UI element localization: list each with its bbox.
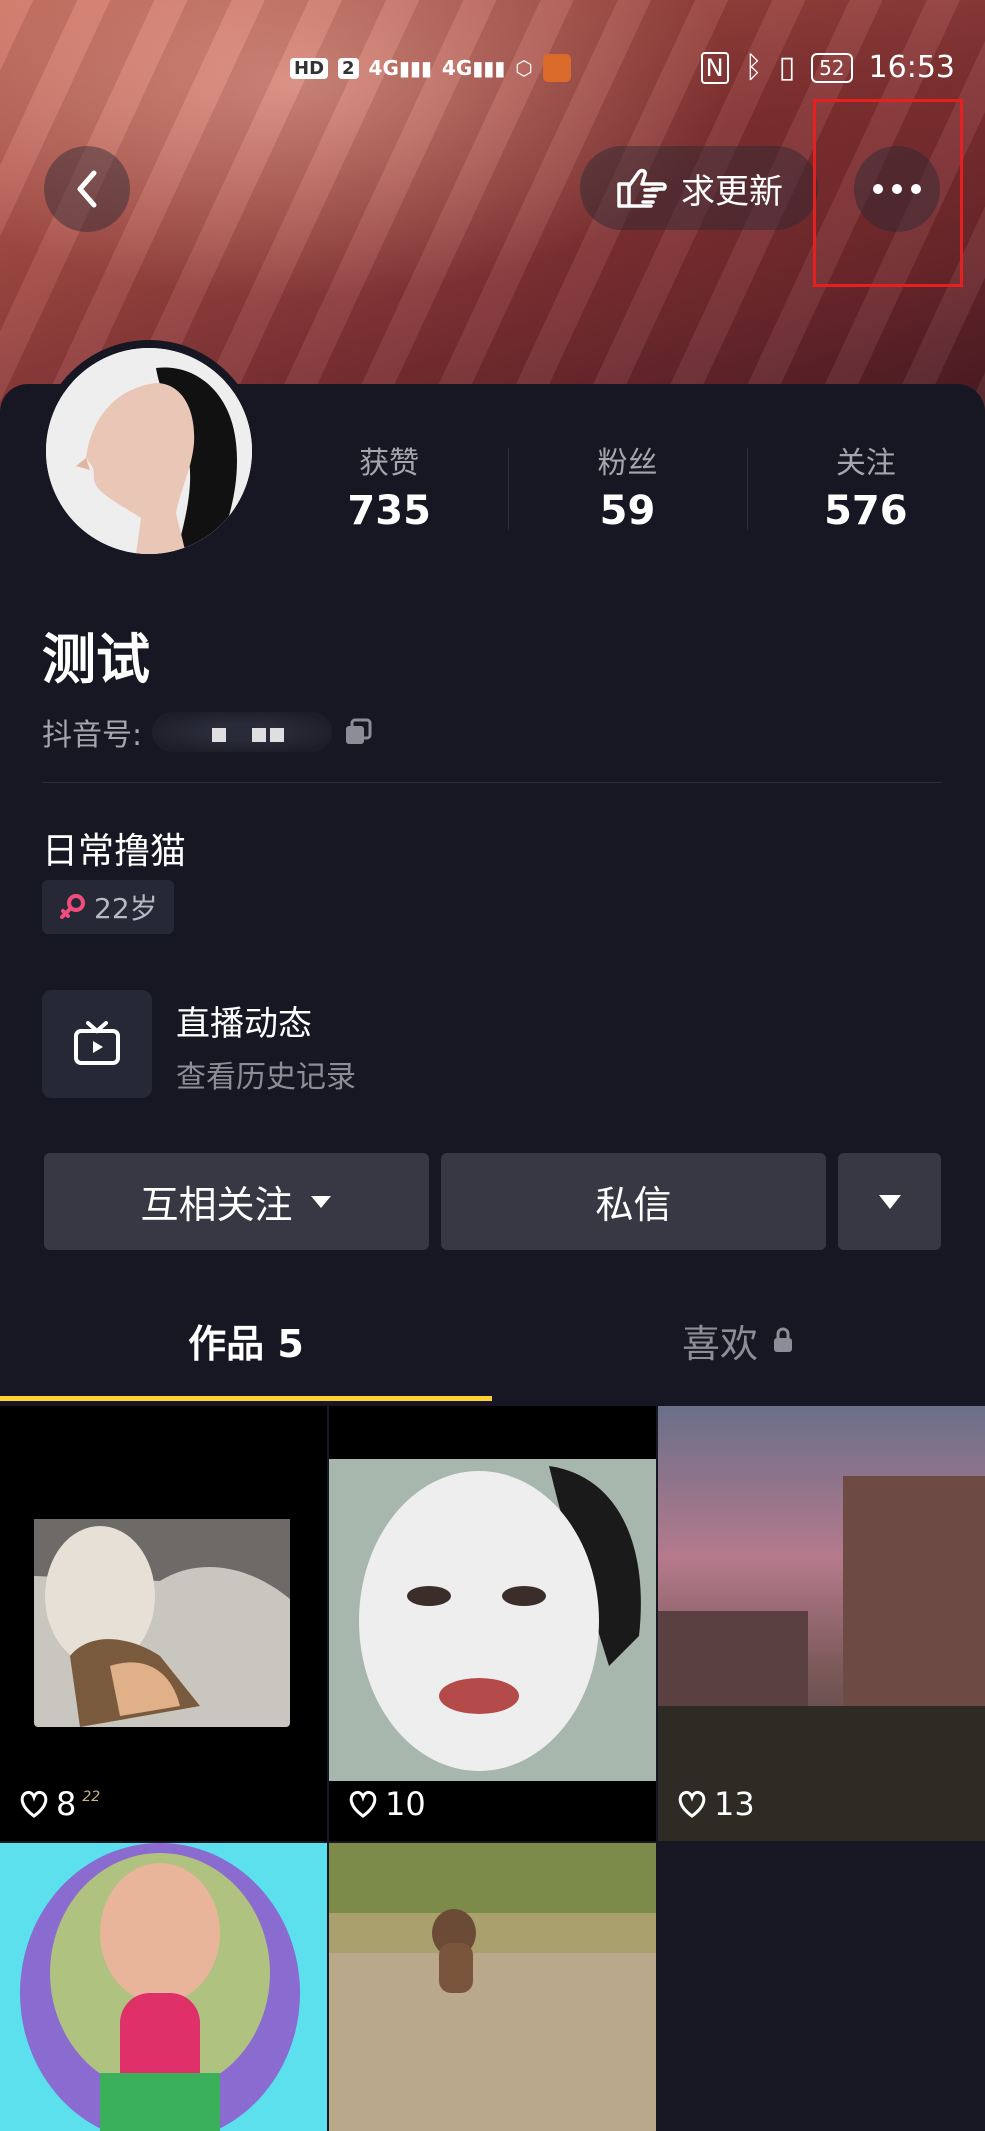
back-button[interactable]	[44, 146, 130, 232]
tab-works-label: 作品 5	[188, 1321, 304, 1366]
tab-likes-label: 喜欢	[681, 1321, 758, 1366]
video-thumbnail[interactable]	[0, 1843, 327, 2131]
video-likes-value: 13	[714, 1785, 755, 1823]
video-thumbnail-image	[329, 1459, 656, 1781]
live-subtitle: 查看历史记录	[176, 1060, 356, 1095]
video-like-count: 10	[347, 1785, 426, 1823]
stat-label: 关注	[835, 446, 896, 481]
signal-4g-icon-2: 4G▮▮▮	[441, 56, 506, 80]
stat-likes[interactable]: 获赞 735	[270, 438, 508, 538]
stat-followers[interactable]: 粉丝 59	[508, 438, 746, 538]
avatar[interactable]	[38, 340, 260, 562]
chevron-left-icon	[77, 170, 97, 208]
video-likes-value: 10	[385, 1785, 426, 1823]
avatar-image	[46, 348, 252, 554]
stat-value: 576	[824, 488, 908, 534]
video-thumbnail-image	[329, 1843, 656, 1993]
hd-icon: HD	[290, 57, 329, 79]
active-tab-indicator	[0, 1396, 492, 1401]
signal-4g-icon: 4G▮▮▮	[368, 56, 432, 80]
clock: 16:53	[868, 50, 955, 85]
battery-icon: 52	[811, 52, 853, 83]
divider	[42, 782, 942, 783]
profile-bio: 日常撸猫	[42, 831, 187, 872]
live-tv-icon	[42, 990, 152, 1098]
stat-label: 获赞	[359, 446, 420, 481]
video-thumbnail[interactable]: 13	[658, 1406, 985, 1841]
follow-label: 互相关注	[140, 1183, 293, 1227]
douyin-id-label: 抖音号:	[42, 718, 143, 753]
video-likes-value: 8	[56, 1785, 77, 1823]
video-thumbnail-image	[20, 1843, 300, 2131]
bluetooth-icon: ᛒ	[744, 50, 763, 85]
female-icon	[60, 894, 85, 919]
status-right-icons: N ᛒ ▯ 52 16:53	[700, 50, 955, 85]
video-thumbnail[interactable]	[329, 1843, 656, 2131]
tab-likes[interactable]: 喜欢	[492, 1290, 984, 1390]
video-thumbnail[interactable]: 10	[329, 1406, 656, 1841]
heart-icon	[20, 1790, 48, 1818]
request-update-button[interactable]: 求更新	[580, 146, 818, 230]
live-title: 直播动态	[176, 1004, 312, 1044]
game-app-icon	[542, 54, 571, 82]
profile-name: 测试	[42, 628, 150, 691]
age-label: 22岁	[94, 892, 158, 925]
caret-down-icon	[878, 1194, 901, 1209]
video-badge: 22	[82, 1789, 101, 1805]
status-bar: HD 2 4G▮▮▮ 4G▮▮▮ ⬡ N ᛒ ▯ 52 16:53	[0, 42, 985, 98]
stat-value: 735	[347, 488, 431, 534]
heart-icon	[678, 1790, 706, 1818]
stat-label: 粉丝	[597, 446, 658, 481]
live-history-entry[interactable]: 直播动态 查看历史记录	[42, 990, 642, 1100]
more-actions-button[interactable]	[838, 1153, 941, 1250]
stat-following[interactable]: 关注 576	[746, 438, 985, 538]
status-left-icons: HD 2 4G▮▮▮ 4G▮▮▮ ⬡	[290, 54, 571, 82]
video-thumbnail-image	[34, 1519, 290, 1727]
age-gender-tag: 22岁	[42, 880, 174, 934]
video-thumbnail-image	[658, 1476, 985, 1841]
shield-icon: ⬡	[515, 56, 533, 80]
sim2-icon: 2	[338, 57, 359, 79]
video-thumbnail[interactable]: 8 22	[0, 1406, 327, 1841]
content-tabs: 作品 5 喜欢	[0, 1290, 985, 1401]
stat-value: 59	[599, 488, 656, 534]
lock-icon	[774, 1327, 792, 1352]
douyin-id-row: 抖音号:	[42, 710, 374, 754]
video-like-count: 13	[676, 1785, 755, 1823]
vibrate-icon: ▯	[778, 50, 796, 85]
pointing-hand-icon	[617, 168, 667, 208]
request-update-label: 求更新	[681, 171, 783, 212]
message-button[interactable]: 私信	[441, 1153, 826, 1250]
copy-icon[interactable]	[342, 716, 374, 748]
video-like-count: 8 22	[18, 1785, 100, 1823]
mutual-follow-button[interactable]: 互相关注	[44, 1153, 429, 1250]
douyin-id-redacted	[152, 712, 333, 752]
caret-down-icon	[310, 1195, 331, 1208]
message-label: 私信	[595, 1183, 672, 1227]
nfc-icon: N	[700, 51, 729, 84]
profile-stats: 获赞 735 粉丝 59 关注 576	[270, 438, 985, 538]
highlight-box	[813, 99, 963, 287]
heart-icon	[349, 1790, 377, 1818]
tab-works[interactable]: 作品 5	[0, 1290, 492, 1390]
